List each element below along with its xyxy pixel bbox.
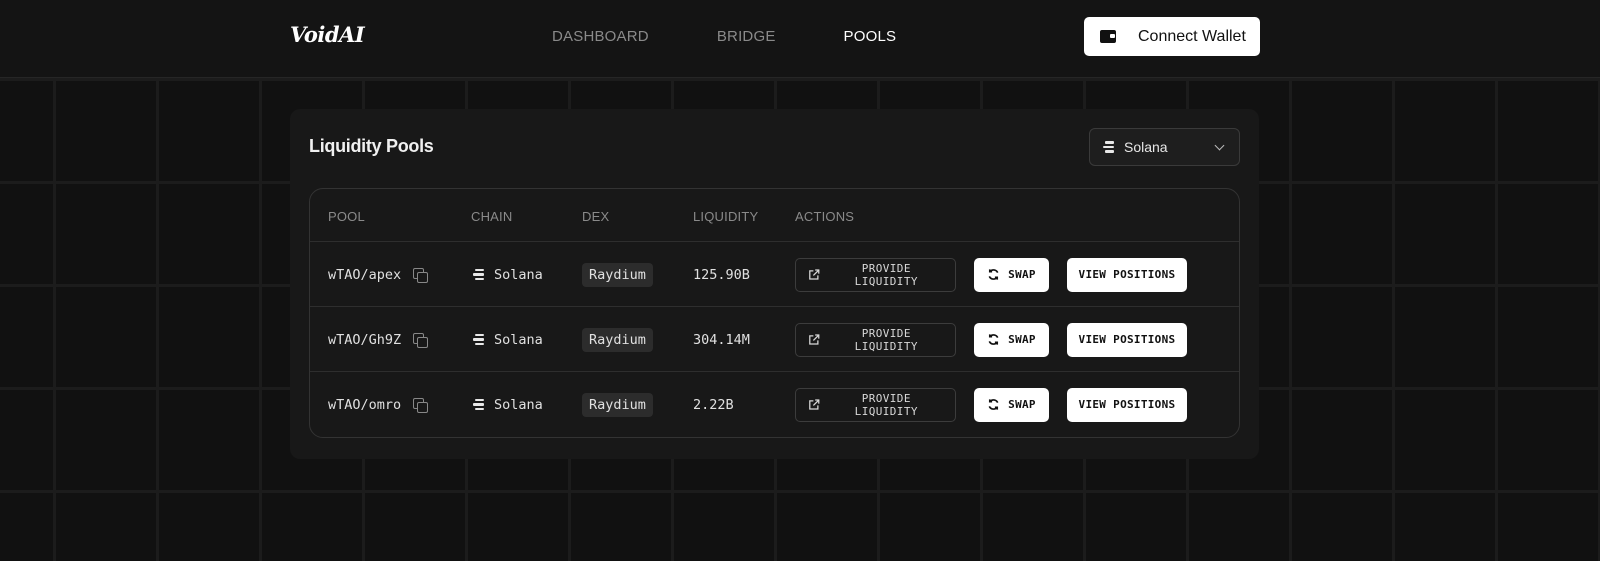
view-positions-cell: VIEW POSITIONS: [1067, 307, 1187, 372]
column-header-pool: POOL: [328, 209, 365, 224]
top-navbar: VoidAI DASHBOARD BRIDGE POOLS Connect Wa…: [0, 0, 1600, 78]
copy-icon[interactable]: [413, 267, 429, 283]
refresh-icon: [988, 269, 999, 280]
swap-button[interactable]: SWAP: [974, 257, 1049, 292]
dex-cell: Raydium: [582, 372, 653, 437]
provide-liquidity-cell: PROVIDE LIQUIDITY: [795, 372, 956, 437]
dex-badge: Raydium: [582, 327, 653, 352]
connect-wallet-button[interactable]: Connect Wallet: [1084, 17, 1260, 56]
view-positions-label: VIEW POSITIONS: [1078, 268, 1176, 281]
nav-pools[interactable]: POOLS: [844, 28, 897, 45]
liquidity-pools-card: Liquidity Pools Solana POOL CHAIN DEX LI…: [290, 109, 1259, 459]
liquidity-value: 2.22B: [693, 396, 734, 413]
swap-label: SWAP: [1008, 268, 1036, 281]
swap-cell: SWAP: [974, 307, 1049, 372]
column-header-chain: CHAIN: [471, 209, 513, 224]
copy-icon[interactable]: [413, 397, 429, 413]
provide-liquidity-button[interactable]: PROVIDE LIQUIDITY: [795, 387, 956, 422]
column-header-dex: DEX: [582, 209, 610, 224]
pool-cell: wTAO/apex: [328, 242, 429, 307]
view-positions-label: VIEW POSITIONS: [1078, 398, 1176, 411]
table-row: wTAO/omro Solana Raydium 2.22B PROVIDE L…: [310, 372, 1239, 437]
table-header: POOL CHAIN DEX LIQUIDITY ACTIONS: [310, 189, 1239, 242]
copy-icon[interactable]: [413, 332, 429, 348]
view-positions-button[interactable]: VIEW POSITIONS: [1067, 257, 1187, 292]
chain-name: Solana: [494, 266, 543, 283]
solana-icon: [473, 268, 484, 281]
chevron-down-icon: [1214, 140, 1225, 151]
view-positions-button[interactable]: VIEW POSITIONS: [1067, 322, 1187, 357]
external-link-icon: [809, 334, 820, 345]
provide-liquidity-button[interactable]: PROVIDE LIQUIDITY: [795, 322, 956, 357]
connect-wallet-label: Connect Wallet: [1138, 27, 1246, 45]
dex-badge: Raydium: [582, 392, 653, 417]
external-link-icon: [809, 399, 820, 410]
main-nav: DASHBOARD BRIDGE POOLS: [552, 28, 896, 45]
pool-cell: wTAO/omro: [328, 372, 429, 437]
chain-cell: Solana: [473, 242, 543, 307]
card-title: Liquidity Pools: [309, 136, 434, 156]
swap-button[interactable]: SWAP: [974, 387, 1049, 422]
liquidity-cell: 125.90B: [693, 242, 750, 307]
pool-name: wTAO/omro: [328, 396, 402, 413]
swap-button[interactable]: SWAP: [974, 322, 1049, 357]
swap-label: SWAP: [1008, 398, 1036, 411]
provide-liquidity-button[interactable]: PROVIDE LIQUIDITY: [795, 257, 956, 292]
nav-bridge[interactable]: BRIDGE: [717, 28, 776, 45]
refresh-icon: [988, 334, 999, 345]
provide-liquidity-label: PROVIDE LIQUIDITY: [854, 391, 918, 418]
pools-table: POOL CHAIN DEX LIQUIDITY ACTIONS wTAO/ap…: [309, 188, 1240, 438]
chain-cell: Solana: [473, 307, 543, 372]
provide-liquidity-cell: PROVIDE LIQUIDITY: [795, 307, 956, 372]
chain-name: Solana: [494, 331, 543, 348]
nav-dashboard[interactable]: DASHBOARD: [552, 28, 649, 45]
logo[interactable]: VoidAI: [290, 22, 365, 47]
solana-icon: [473, 333, 484, 346]
pool-cell: wTAO/Gh9Z: [328, 307, 429, 372]
column-header-actions: ACTIONS: [795, 209, 855, 224]
view-positions-cell: VIEW POSITIONS: [1067, 242, 1187, 307]
dex-badge: Raydium: [582, 262, 653, 287]
chain-cell: Solana: [473, 372, 543, 437]
liquidity-cell: 2.22B: [693, 372, 734, 437]
dex-cell: Raydium: [582, 307, 653, 372]
table-row: wTAO/Gh9Z Solana Raydium 304.14M PROVIDE…: [310, 307, 1239, 372]
column-header-liquidity: LIQUIDITY: [693, 209, 759, 224]
view-positions-label: VIEW POSITIONS: [1078, 333, 1176, 346]
view-positions-cell: VIEW POSITIONS: [1067, 372, 1187, 437]
view-positions-button[interactable]: VIEW POSITIONS: [1067, 387, 1187, 422]
wallet-icon: [1100, 30, 1116, 43]
dex-cell: Raydium: [582, 242, 653, 307]
chain-select-value: Solana: [1124, 139, 1168, 155]
pool-name: wTAO/Gh9Z: [328, 331, 402, 348]
table-row: wTAO/apex Solana Raydium 125.90B PROVIDE…: [310, 242, 1239, 307]
provide-liquidity-cell: PROVIDE LIQUIDITY: [795, 242, 956, 307]
swap-cell: SWAP: [974, 242, 1049, 307]
solana-icon: [1103, 141, 1114, 153]
swap-label: SWAP: [1008, 333, 1036, 346]
solana-icon: [473, 398, 484, 411]
chain-name: Solana: [494, 396, 543, 413]
refresh-icon: [988, 399, 999, 410]
external-link-icon: [809, 269, 820, 280]
pool-name: wTAO/apex: [328, 266, 402, 283]
swap-cell: SWAP: [974, 372, 1049, 437]
chain-select[interactable]: Solana: [1089, 128, 1240, 166]
liquidity-value: 125.90B: [693, 266, 750, 283]
provide-liquidity-label: PROVIDE LIQUIDITY: [854, 326, 918, 353]
liquidity-value: 304.14M: [693, 331, 750, 348]
provide-liquidity-label: PROVIDE LIQUIDITY: [854, 261, 918, 288]
liquidity-cell: 304.14M: [693, 307, 750, 372]
